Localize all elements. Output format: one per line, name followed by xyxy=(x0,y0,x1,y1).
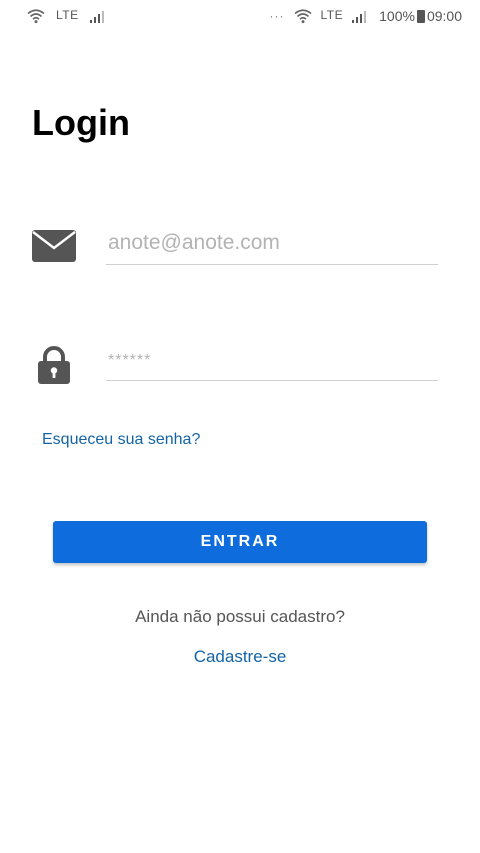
email-row xyxy=(30,222,440,272)
network-type-label: LTE xyxy=(56,8,79,22)
login-button[interactable]: ENTRAR xyxy=(53,521,427,563)
lock-icon xyxy=(37,346,71,389)
forgot-password-link[interactable]: Esqueceu sua senha? xyxy=(42,431,200,449)
status-bar-right: ··· LTE 100% 09:00 xyxy=(270,8,462,24)
no-account-text: Ainda não possui cadastro? xyxy=(135,607,345,626)
status-bar-left: LTE xyxy=(26,8,109,24)
wifi-icon xyxy=(293,8,313,24)
envelope-icon xyxy=(32,230,76,267)
battery-percentage: 100% xyxy=(379,8,415,24)
wifi-icon xyxy=(26,8,46,24)
network-type-label: LTE xyxy=(320,8,344,22)
password-row xyxy=(30,338,440,388)
signal-icon xyxy=(89,9,109,23)
clock: 09:00 xyxy=(426,8,462,24)
signup-link[interactable]: Cadastre-se xyxy=(0,647,480,667)
password-field[interactable] xyxy=(106,338,438,381)
status-bar: LTE ··· LTE 100% 09:00 xyxy=(0,0,480,34)
more-notifications-icon: ··· xyxy=(269,9,285,23)
signal-icon xyxy=(351,9,371,23)
email-field[interactable] xyxy=(106,222,438,265)
battery-icon xyxy=(416,9,425,23)
page-title: Login xyxy=(32,102,130,143)
